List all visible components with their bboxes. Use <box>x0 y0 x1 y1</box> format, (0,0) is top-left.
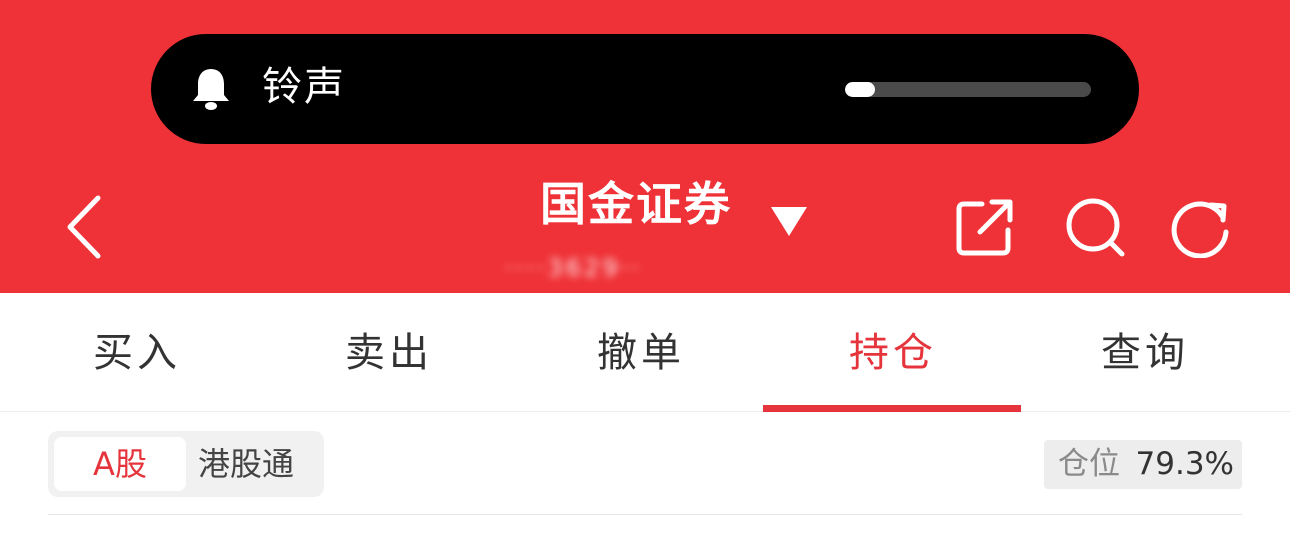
ringer-label: 铃声 <box>262 64 346 110</box>
position-ratio: 仓位 79.3% <box>1044 440 1242 489</box>
account-subtitle: ····3629·· <box>505 254 642 282</box>
trade-tabs: 买入 卖出 撤单 持仓 查询 <box>0 293 1290 412</box>
position-label: 仓位 <box>1058 446 1120 482</box>
volume-level <box>845 82 875 97</box>
caret-down-icon[interactable] <box>769 204 809 238</box>
back-icon[interactable] <box>62 194 106 260</box>
app-header: 铃声 国金证券 ····3629·· <box>0 0 1290 293</box>
search-icon[interactable] <box>1064 196 1126 258</box>
divider <box>48 514 1242 515</box>
active-tab-indicator <box>763 405 1021 412</box>
position-value: 79.3% <box>1135 446 1234 482</box>
tab-buy[interactable]: 买入 <box>55 293 219 411</box>
share-icon[interactable] <box>954 196 1016 258</box>
market-option-a-share[interactable]: A股 <box>54 437 186 491</box>
market-switch: A股 港股通 <box>48 431 324 497</box>
refresh-icon[interactable] <box>1170 196 1232 258</box>
tab-query[interactable]: 查询 <box>1063 293 1227 411</box>
bell-icon <box>193 69 229 110</box>
market-option-hk-connect[interactable]: 港股通 <box>198 437 294 491</box>
volume-slider[interactable] <box>845 82 1091 97</box>
tab-holdings[interactable]: 持仓 <box>811 293 975 411</box>
broker-title[interactable]: 国金证券 <box>540 174 732 234</box>
tab-sell[interactable]: 卖出 <box>307 293 471 411</box>
tab-cancel-order[interactable]: 撤单 <box>559 293 723 411</box>
